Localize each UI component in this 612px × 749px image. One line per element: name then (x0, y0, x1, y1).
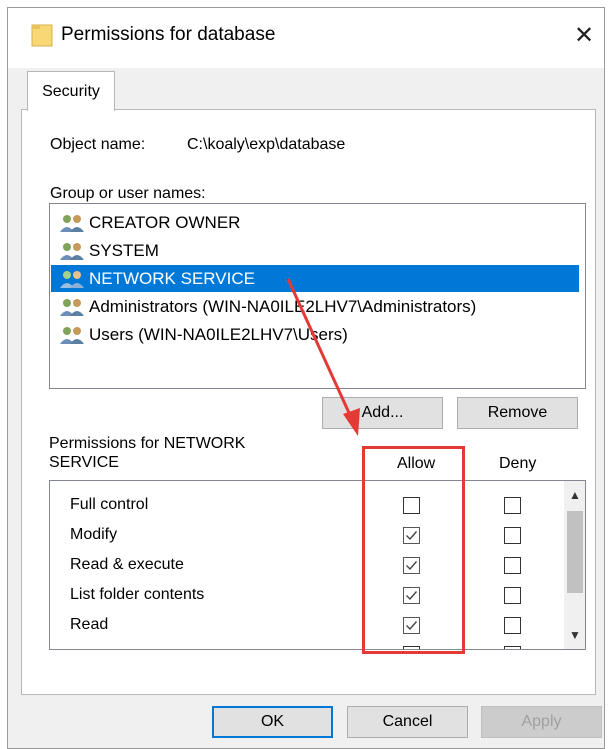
allow-checkbox-partial[interactable] (403, 646, 420, 649)
user-list[interactable]: CREATOR OWNER SYSTEM NETWORK SERVICE Adm… (49, 203, 586, 389)
checkmark-icon (406, 561, 418, 571)
user-name: SYSTEM (89, 240, 159, 260)
user-name: NETWORK SERVICE (89, 268, 255, 288)
permission-name: Read & execute (70, 556, 184, 573)
checkmark-icon (406, 531, 418, 541)
deny-checkbox[interactable] (504, 497, 521, 514)
checkmark-icon (406, 621, 418, 631)
add-button-label: Add... (361, 404, 404, 421)
permission-row: Read (50, 611, 550, 641)
user-name: CREATOR OWNER (89, 212, 241, 232)
permissions-dialog: Permissions for database ✕ Security Obje… (7, 7, 605, 749)
permissions-title-line1: Permissions for NETWORK (49, 435, 246, 452)
allow-checkbox[interactable] (403, 497, 420, 514)
permission-name: Full control (70, 496, 149, 513)
permission-name: Read (70, 616, 109, 633)
scroll-up-button[interactable]: ▲ (564, 481, 585, 509)
deny-checkbox[interactable] (504, 617, 521, 634)
list-item[interactable]: CREATOR OWNER (51, 209, 579, 236)
title-bar: Permissions for database ✕ (8, 8, 604, 68)
object-name-label: Object name: (50, 136, 146, 153)
remove-button[interactable]: Remove (457, 397, 578, 429)
cancel-button[interactable]: Cancel (347, 706, 468, 738)
list-item[interactable]: Users (WIN-NA0ILE2LHV7\Users) (51, 321, 579, 348)
permissions-list[interactable]: Full control Modify Read & execute List … (49, 480, 586, 650)
user-name: Administrators (WIN-NA0ILE2LHV7\Administ… (89, 296, 477, 316)
permission-row: Modify (50, 521, 550, 551)
users-icon (60, 298, 84, 316)
permissions-scrollbar[interactable]: ▲ ▼ (564, 481, 585, 649)
ok-button-label: OK (260, 713, 285, 730)
tab-label: Security (42, 82, 100, 100)
permission-name: Modify (70, 526, 118, 543)
group-names-label: Group or user names: (50, 185, 206, 202)
list-item[interactable]: Administrators (WIN-NA0ILE2LHV7\Administ… (51, 293, 579, 320)
deny-checkbox[interactable] (504, 527, 521, 544)
close-button[interactable]: ✕ (568, 18, 600, 52)
users-icon (60, 326, 84, 344)
permission-row: Full control (50, 491, 550, 521)
folder-icon (31, 24, 53, 47)
permissions-title: Permissions for NETWORK SERVICE (49, 434, 245, 472)
deny-checkbox[interactable] (504, 587, 521, 604)
users-icon (60, 214, 84, 232)
allow-checkbox-checked[interactable] (403, 587, 420, 604)
permission-name: List folder contents (70, 586, 205, 603)
checkmark-icon (406, 591, 418, 601)
ok-button[interactable]: OK (212, 706, 333, 738)
object-name-value: C:\koaly\exp\database (187, 136, 346, 153)
close-icon: ✕ (573, 21, 595, 49)
remove-button-label: Remove (487, 404, 548, 421)
add-button[interactable]: Add... (322, 397, 443, 429)
deny-header: Deny (499, 455, 537, 472)
chevron-down-icon: ▼ (569, 628, 581, 642)
apply-button-label: Apply (521, 713, 562, 730)
deny-checkbox[interactable] (504, 557, 521, 574)
scroll-down-button[interactable]: ▼ (564, 621, 585, 649)
allow-checkbox-checked[interactable] (403, 527, 420, 544)
allow-header: Allow (397, 455, 436, 472)
permission-row: Read & execute (50, 551, 550, 581)
window-title: Permissions for database (61, 24, 276, 45)
tab-security[interactable]: Security (27, 71, 115, 111)
allow-checkbox-checked[interactable] (403, 557, 420, 574)
apply-button[interactable]: Apply (481, 706, 602, 738)
deny-checkbox-partial[interactable] (504, 646, 521, 649)
permission-row: List folder contents (50, 581, 550, 611)
cancel-button-label: Cancel (382, 713, 433, 730)
allow-checkbox-checked[interactable] (403, 617, 420, 634)
permissions-title-line2: SERVICE (49, 454, 119, 471)
scroll-thumb[interactable] (567, 511, 583, 593)
chevron-up-icon: ▲ (569, 488, 581, 502)
list-item[interactable]: SYSTEM (51, 237, 579, 264)
users-icon (60, 270, 84, 288)
users-icon (60, 242, 84, 260)
list-item-selected[interactable]: NETWORK SERVICE (51, 265, 579, 292)
user-name: Users (WIN-NA0ILE2LHV7\Users) (89, 324, 348, 344)
